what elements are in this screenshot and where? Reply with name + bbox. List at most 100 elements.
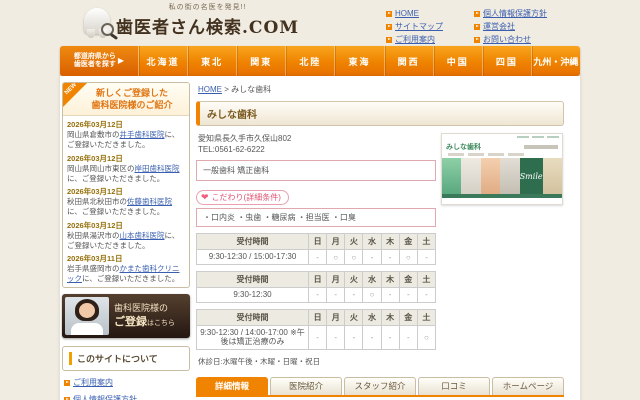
header-link-home[interactable]: HOME <box>386 8 474 19</box>
schedule-header-label: 受付時間 <box>197 272 309 287</box>
nav-region-chugoku[interactable]: 中国 <box>433 46 482 76</box>
day-header: 土 <box>418 234 435 249</box>
link-bullet-icon <box>386 24 392 30</box>
newbox-title-line1: 新しくご登録した <box>77 88 187 100</box>
sidebar-link-label[interactable]: 個人情報保護方針 <box>73 394 137 400</box>
nav-region-tohoku[interactable]: 東北 <box>187 46 236 76</box>
day-header: 月 <box>327 272 345 287</box>
sidebar-link-label[interactable]: ご利用案内 <box>73 377 113 388</box>
nav-region-kyushu-okinawa[interactable]: 九州・沖縄 <box>531 46 580 76</box>
day-header: 日 <box>309 310 327 325</box>
link-bullet-icon <box>386 37 392 43</box>
breadcrumb-home-link[interactable]: HOME <box>198 85 222 94</box>
schedule-header-label: 受付時間 <box>197 234 309 249</box>
header-link-label[interactable]: 運営会社 <box>483 21 515 32</box>
schedule-time: 9:30-12:30 / 14:00-17:00 ※午後は矯正治療のみ <box>197 326 309 349</box>
header-link-company[interactable]: 運営会社 <box>474 21 574 32</box>
schedule-time: 9:30-12:30 / 15:00-17:30 <box>197 250 309 264</box>
closed-days-note: 休診日:水曜午後・木曜・日曜・祝日 <box>198 356 436 367</box>
schedule-mark: - <box>345 326 363 349</box>
about-site-links: ご利用案内 個人情報保護方針 運営会社 <box>62 371 190 400</box>
sidebar-link-privacy[interactable]: 個人情報保護方針 <box>64 394 188 400</box>
thumbnail-clinic-logo: みしな歯科 <box>446 142 481 152</box>
entry-date: 2026年03月12日 <box>67 119 185 130</box>
new-ribbon-icon: NEW <box>63 83 87 107</box>
entry-suffix: に、ご登録いただきました。 <box>67 207 164 216</box>
registration-entry: 2026年03月12日 岡山県倉敷市の井手歯科医院に、ご登録いただきました。 <box>67 119 185 150</box>
schedule-mark: ○ <box>327 250 345 264</box>
day-header: 火 <box>345 272 363 287</box>
clinic-name-title: みしな歯科 <box>196 101 564 126</box>
schedule-mark: - <box>309 326 327 349</box>
site-logo[interactable]: 私の街の名医を発見!! 歯医者さん検索.COM <box>82 2 299 38</box>
schedule-table: 受付時間 日 月 火 水 木 金 土 9:30-12:30 - - <box>196 271 436 303</box>
chevron-right-icon: ▶ <box>118 56 124 66</box>
schedule-mark: ○ <box>345 250 363 264</box>
header-link-label[interactable]: サイトマップ <box>395 21 443 32</box>
schedule-mark: - <box>418 250 435 264</box>
schedule-mark: - <box>382 250 400 264</box>
schedule-header-row: 受付時間 日 月 火 水 木 金 土 <box>197 234 435 250</box>
main-panel: HOME > みしな歯科 みしな歯科 愛知県長久手市久保山802 TEL:056… <box>196 82 564 400</box>
entry-prefix: 岡山県倉敷市の <box>67 130 120 139</box>
tab-details[interactable]: 詳細情報 <box>196 377 268 395</box>
thumbnail-photo-strip: Smile <box>442 158 562 194</box>
registration-entry: 2026年03月12日 秋田県北秋田市の佐藤歯科医院に、ご登録いただきました。 <box>67 186 185 217</box>
tab-clinic-intro[interactable]: 医院紹介 <box>270 377 342 395</box>
day-header: 金 <box>400 234 418 249</box>
breadcrumb-separator: > <box>224 85 229 94</box>
header-link-label[interactable]: HOME <box>395 9 419 18</box>
kodawari-label-text: こだわり(詳細条件) <box>212 192 281 203</box>
nav-region-hokkaido[interactable]: 北海道 <box>138 46 187 76</box>
schedule-mark: ○ <box>363 288 381 302</box>
schedule-data-row: 9:30-12:30 / 14:00-17:00 ※午後は矯正治療のみ - - … <box>197 326 435 350</box>
clinic-register-banner[interactable]: 歯科医院様の ご登録はこちら <box>62 294 190 338</box>
header-link-privacy[interactable]: 個人情報保護方針 <box>474 8 574 19</box>
schedule-mark: - <box>382 288 400 302</box>
registration-entry: 2026年03月10日 埼玉県所沢市の西所沢ぷりべんと歯科・矯正歯科に、ご登録い… <box>67 287 185 288</box>
day-header: 水 <box>363 234 381 249</box>
clinic-link[interactable]: 山本歯科医院 <box>120 231 165 240</box>
link-bullet-icon <box>474 24 480 30</box>
header-link-label[interactable]: 個人情報保護方針 <box>483 8 547 19</box>
header-link-contact[interactable]: お問い合わせ <box>474 34 574 45</box>
header-link-guide[interactable]: ご利用案内 <box>386 34 474 45</box>
nav-region-kansai[interactable]: 関西 <box>384 46 433 76</box>
region-navbar: 都道府県から歯医者を探す ▶ 北海道 東北 関東 北陸 東海 関西 中国 四国 … <box>60 46 580 76</box>
banner-line2-strong: ご登録 <box>114 315 147 328</box>
schedule-mark: - <box>309 250 327 264</box>
clinic-link[interactable]: 岸田歯科医院 <box>135 164 180 173</box>
clinic-tabs: 詳細情報 医院紹介 スタッフ紹介 口コミ ホームページ <box>196 377 564 397</box>
tab-homepage[interactable]: ホームページ <box>492 377 564 395</box>
clinic-link[interactable]: 井手歯科医院 <box>120 130 165 139</box>
thumbnail-phone-placeholder <box>524 145 558 149</box>
header-link-label[interactable]: ご利用案内 <box>395 34 435 45</box>
heart-icon: ❤ <box>201 192 209 203</box>
nav-prefecture-search[interactable]: 都道府県から歯医者を探す ▶ <box>60 46 138 76</box>
site-header: 私の街の名医を発見!! 歯医者さん検索.COM HOME サイトマップ ご利用案… <box>60 0 580 46</box>
clinic-departments: 一般歯科 矯正歯科 <box>196 160 436 181</box>
link-bullet-icon <box>386 11 392 17</box>
day-header: 金 <box>400 310 418 325</box>
tab-reviews[interactable]: 口コミ <box>418 377 490 395</box>
registration-entry: 2026年03月11日 岩手県盛岡市のかまた歯科クリニックに、ご登録いただきまし… <box>67 253 185 284</box>
about-site-title: このサイトについて <box>69 352 183 365</box>
entry-prefix: 岩手県盛岡市の <box>67 264 120 273</box>
clinic-website-thumbnail[interactable]: みしな歯科 Smile <box>441 133 563 205</box>
banner-line1: 歯科医院様の <box>114 304 175 315</box>
nav-region-shikoku[interactable]: 四国 <box>482 46 531 76</box>
nav-region-tokai[interactable]: 東海 <box>334 46 383 76</box>
nav-region-kanto[interactable]: 関東 <box>236 46 285 76</box>
header-link-sitemap[interactable]: サイトマップ <box>386 21 474 32</box>
registration-entries: 2026年03月12日 岡山県倉敷市の井手歯科医院に、ご登録いただきました。 2… <box>63 116 189 288</box>
thumbnail-footer-bar <box>442 194 562 198</box>
content-area: NEW 新しくご登録した 歯科医院様のご紹介 2026年03月12日 岡山県倉敷… <box>60 76 580 400</box>
entry-date: 2026年03月11日 <box>67 253 185 264</box>
schedule-mark: ○ <box>418 326 435 349</box>
nav-region-hokuriku[interactable]: 北陸 <box>285 46 334 76</box>
entry-suffix: に、ご登録いただきました。 <box>82 274 179 283</box>
tab-staff-intro[interactable]: スタッフ紹介 <box>344 377 416 395</box>
sidebar-link-guide[interactable]: ご利用案内 <box>64 377 188 388</box>
header-link-label[interactable]: お問い合わせ <box>483 34 531 45</box>
clinic-link[interactable]: 佐藤歯科医院 <box>127 197 172 206</box>
